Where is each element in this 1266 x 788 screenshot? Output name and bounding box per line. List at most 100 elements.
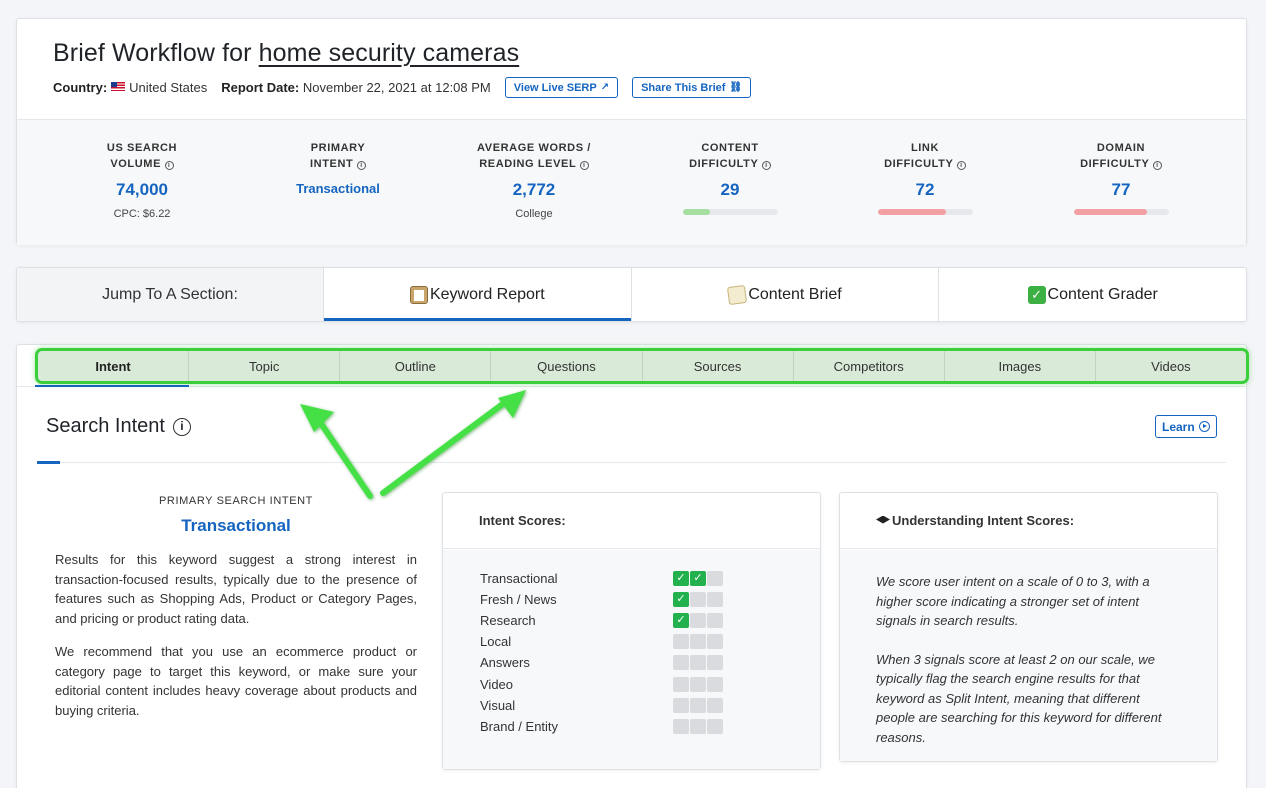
intent-name: Brand / Entity bbox=[480, 718, 559, 734]
country-label: Country: bbox=[53, 80, 108, 95]
empty-score-cell bbox=[707, 697, 723, 713]
subtab-intent[interactable]: Intent bbox=[38, 351, 190, 381]
empty-score-cell bbox=[707, 612, 723, 628]
tab-content-grader[interactable]: ✓ Content Grader bbox=[939, 268, 1246, 321]
intent-scores-panel: Intent Scores: Transactional ✓ ✓ Fresh / Ne… bbox=[442, 492, 821, 770]
link-icon: ⛓ bbox=[729, 82, 743, 93]
primary-intent-value: Transactional bbox=[181, 516, 291, 535]
stat-value: Transactional bbox=[296, 181, 380, 196]
score-cells bbox=[673, 634, 723, 650]
score-cells bbox=[673, 676, 723, 692]
stat-value: 74,000 bbox=[116, 180, 168, 199]
intent-name: Video bbox=[480, 676, 514, 692]
check-mark-icon: ✓ bbox=[673, 612, 689, 628]
primary-intent-label: PRIMARY SEARCH INTENT bbox=[159, 495, 313, 507]
stat-average-words: AVERAGE WORDS / READING LEVEL i 2,772 Col… bbox=[439, 140, 629, 220]
subtab-topic[interactable]: Topic bbox=[189, 351, 341, 381]
check-mark-icon: ✓ bbox=[673, 591, 689, 607]
score-cells bbox=[673, 718, 723, 734]
intent-score-row: Fresh / News ✓ bbox=[480, 590, 740, 608]
intent-score-row: Answers bbox=[480, 654, 740, 672]
check-mark-icon: ✓ bbox=[690, 570, 706, 586]
score-cells bbox=[673, 655, 723, 671]
intent-score-row: Video bbox=[480, 675, 740, 693]
title-prefix: Brief Workflow for bbox=[53, 39, 259, 67]
intent-name: Fresh / News bbox=[480, 591, 557, 607]
empty-score-cell bbox=[707, 634, 723, 650]
report-date-label: Report Date: bbox=[221, 80, 300, 95]
info-icon[interactable]: i bbox=[1152, 161, 1162, 170]
intent-description: Results for this keyword suggest a stron… bbox=[55, 552, 417, 626]
difficulty-bar-fill bbox=[877, 209, 946, 215]
intent-name: Answers bbox=[480, 655, 530, 671]
difficulty-bar bbox=[682, 209, 778, 215]
subtab-questions[interactable]: Questions bbox=[491, 351, 643, 381]
info-icon[interactable]: i bbox=[956, 161, 966, 170]
score-cells: ✓ ✓ bbox=[673, 570, 723, 586]
empty-score-cell bbox=[690, 697, 706, 713]
intent-name: Research bbox=[480, 612, 536, 628]
difficulty-bar bbox=[877, 209, 973, 215]
learn-button[interactable]: Learn bbox=[1155, 415, 1217, 438]
score-cells: ✓ bbox=[673, 612, 723, 628]
info-icon[interactable]: i bbox=[579, 161, 589, 170]
page-title: Brief Workflow for home security cameras bbox=[53, 39, 519, 68]
info-icon[interactable]: i bbox=[356, 161, 366, 170]
stat-value: 2,772 bbox=[512, 180, 556, 199]
play-icon bbox=[1198, 421, 1210, 432]
intent-name: Transactional bbox=[480, 570, 558, 586]
jump-label: Jump To A Section: bbox=[17, 268, 324, 321]
empty-score-cell bbox=[707, 591, 723, 607]
stat-primary-intent: PRIMARY INTENT i Transactional bbox=[243, 140, 433, 196]
view-live-serp-button[interactable]: View Live SERP ↗ bbox=[504, 77, 619, 98]
stat-link-difficulty: LINK DIFFICULTY i 72 bbox=[830, 140, 1020, 215]
empty-score-cell bbox=[690, 612, 706, 628]
tab-content-brief[interactable]: Content Brief bbox=[632, 268, 940, 321]
intent-score-row: Transactional ✓ ✓ bbox=[480, 569, 740, 587]
empty-score-cell bbox=[707, 655, 723, 671]
stat-content-difficulty: CONTENT DIFFICULTY i 29 bbox=[635, 140, 825, 215]
stat-value: 77 bbox=[1111, 180, 1131, 199]
us-flag-icon bbox=[111, 82, 126, 91]
empty-score-cell bbox=[673, 718, 689, 734]
understanding-title: Understanding Intent Scores: bbox=[840, 493, 1217, 549]
clipboard-icon bbox=[409, 285, 428, 304]
memo-icon bbox=[727, 284, 748, 305]
keyword-link[interactable]: home security cameras bbox=[259, 39, 520, 67]
jump-to-section-bar: Jump To A Section: Keyword Report Conten… bbox=[16, 267, 1247, 322]
info-icon[interactable]: i bbox=[172, 417, 191, 436]
empty-score-cell bbox=[707, 718, 723, 734]
empty-score-cell bbox=[690, 718, 706, 734]
empty-score-cell bbox=[690, 591, 706, 607]
subtab-outline[interactable]: Outline bbox=[340, 351, 492, 381]
stat-value: 72 bbox=[915, 180, 935, 199]
info-icon[interactable]: i bbox=[761, 161, 771, 170]
meta-row: Country: United States Report Date: Nove… bbox=[53, 77, 752, 98]
empty-score-cell bbox=[673, 676, 689, 692]
difficulty-bar bbox=[1073, 209, 1169, 215]
report-date-value: November 22, 2021 at 12:08 PM bbox=[302, 80, 491, 95]
active-subtab-indicator bbox=[35, 385, 189, 387]
stats-row: US SEARCH VOLUME i 74,000 CPC: $6.22 PRIM… bbox=[17, 119, 1246, 245]
subtab-competitors[interactable]: Competitors bbox=[794, 351, 945, 381]
subtab-videos[interactable]: Videos bbox=[1096, 351, 1246, 381]
empty-score-cell bbox=[673, 634, 689, 650]
intent-name: Local bbox=[480, 634, 512, 650]
subtab-sources[interactable]: Sources bbox=[643, 351, 794, 381]
intent-score-row: Visual bbox=[480, 696, 740, 714]
intent-score-row: Local bbox=[480, 633, 740, 651]
section-title: Search Intent i bbox=[46, 415, 191, 438]
tab-keyword-report[interactable]: Keyword Report bbox=[324, 268, 632, 321]
intent-score-row: Research ✓ bbox=[480, 611, 740, 629]
info-icon[interactable]: i bbox=[164, 161, 174, 170]
understanding-text: We score user intent on a scale of 0 to … bbox=[876, 574, 1162, 745]
stat-domain-difficulty: DOMAIN DIFFICULTY i 77 bbox=[1026, 140, 1216, 215]
score-cells: ✓ bbox=[673, 591, 723, 607]
intent-scores-title: Intent Scores: bbox=[443, 493, 820, 549]
share-brief-button[interactable]: Share This Brief ⛓ bbox=[632, 77, 752, 98]
keyword-report-panel: Intent Topic Outline Questions Sources C… bbox=[16, 344, 1249, 788]
stat-sub: College bbox=[515, 208, 553, 220]
stat-search-volume: US SEARCH VOLUME i 74,000 CPC: $6.22 bbox=[47, 140, 237, 220]
graduation-cap-icon bbox=[876, 515, 890, 524]
subtab-images[interactable]: Images bbox=[945, 351, 1096, 381]
